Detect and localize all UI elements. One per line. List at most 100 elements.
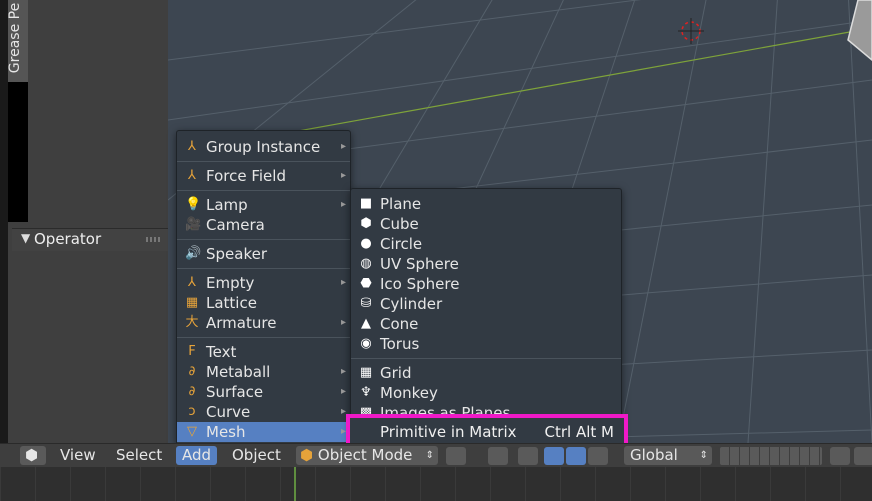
cylinder-icon: ⛁ (360, 296, 372, 311)
render-preview-icon[interactable] (854, 447, 872, 465)
cube-icon: ⬢ (360, 216, 372, 231)
pivot-point-button[interactable] (488, 447, 508, 465)
menu-item-label: Ico Sphere (380, 275, 460, 293)
scale-manipulator-icon[interactable] (588, 447, 608, 465)
operator-label: Operator (34, 230, 102, 248)
menu-item-label: Force Field (206, 167, 286, 185)
curve-icon: ↄ (188, 404, 196, 419)
menu-item-torus[interactable]: ◉ Torus (351, 334, 621, 354)
metaball-icon: ∂ (188, 364, 196, 379)
mode-label: Object Mode (317, 446, 413, 464)
submenu-arrow-icon: ▸ (340, 277, 346, 288)
mesh-icon: ▽ (187, 424, 197, 439)
menu-item-mesh[interactable]: ▽ Mesh ▸ (177, 422, 350, 442)
layer-buttons[interactable] (720, 447, 822, 465)
mode-select[interactable]: ⬢ Object Mode ⇕ (296, 446, 438, 465)
shortcut-label: Ctrl Alt M (544, 423, 614, 441)
menu-item-speaker[interactable]: 🔊 Speaker (177, 244, 350, 264)
rotate-manipulator-icon[interactable] (566, 447, 586, 465)
menu-item-surface[interactable]: ∂ Surface ▸ (177, 382, 350, 402)
group-instance-icon: ⅄ (188, 139, 196, 154)
menu-item-group-instance[interactable]: ⅄ Group Instance ▸ (177, 137, 350, 157)
menu-item-label: Monkey (380, 384, 438, 402)
armature-icon: 大 (185, 315, 199, 330)
lock-layers-icon[interactable] (830, 447, 850, 465)
menu-separator (177, 268, 350, 269)
transform-orientation-select[interactable]: Global ⇕ (624, 446, 712, 465)
menu-item-metaball[interactable]: ∂ Metaball ▸ (177, 362, 350, 382)
menu-item-monkey[interactable]: ♆ Monkey (351, 383, 621, 403)
menu-item-label: Speaker (206, 245, 268, 263)
menu-item-text[interactable]: F Text (177, 342, 350, 362)
surface-icon: ∂ (188, 384, 196, 399)
operator-panel-header[interactable]: ▼ Operator (12, 228, 168, 251)
menu-item-label: Curve (206, 403, 251, 421)
menu-view[interactable]: View (60, 446, 96, 465)
menu-item-force-field[interactable]: ⅄ Force Field ▸ (177, 166, 350, 186)
submenu-arrow-icon: ▸ (340, 366, 346, 377)
dropdown-arrow-icon: ⇕ (425, 450, 434, 461)
ico-sphere-icon: ⬣ (360, 276, 372, 291)
menu-item-cube[interactable]: ⬢ Cube (351, 214, 621, 234)
object-mode-icon: ⬢ (300, 446, 314, 464)
menu-item-grid[interactable]: ▦ Grid (351, 363, 621, 383)
menu-item-cone[interactable]: ▲ Cone (351, 314, 621, 334)
timeline-ticks (0, 467, 872, 501)
timeline[interactable] (0, 467, 872, 501)
dropdown-arrow-icon: ⇕ (699, 450, 708, 461)
menu-select[interactable]: Select (116, 446, 162, 465)
menu-separator (351, 358, 621, 359)
menu-item-lattice[interactable]: ▦ Lattice (177, 293, 350, 313)
text-icon: F (188, 344, 196, 359)
menu-separator (177, 190, 350, 191)
submenu-arrow-icon: ▸ (340, 317, 346, 328)
plane-icon: ■ (359, 196, 373, 211)
menu-item-label: UV Sphere (380, 255, 459, 273)
viewport-shading-button[interactable] (446, 447, 466, 465)
menu-item-label: Metaball (206, 363, 271, 381)
submenu-arrow-icon: ▸ (340, 170, 346, 181)
menu-item-empty[interactable]: ⅄ Empty ▸ (177, 273, 350, 293)
menu-item-armature[interactable]: 大 Armature ▸ (177, 313, 350, 333)
translate-manipulator-icon[interactable] (544, 447, 564, 465)
menu-item-ico-sphere[interactable]: ⬣ Ico Sphere (351, 274, 621, 294)
menu-item-label: Camera (206, 216, 265, 234)
menu-item-cylinder[interactable]: ⛁ Cylinder (351, 294, 621, 314)
current-frame-marker[interactable] (294, 467, 296, 501)
tab-grease-pencil[interactable]: Grease Pe (7, 0, 28, 82)
camera-icon: 🎥 (185, 217, 202, 232)
3d-cursor-icon[interactable] (678, 18, 704, 44)
menu-item-label: Lattice (206, 294, 257, 312)
submenu-arrow-icon: ▸ (340, 199, 346, 210)
menu-item-label: Circle (380, 235, 423, 253)
menu-item-lamp[interactable]: 💡 Lamp ▸ (177, 195, 350, 215)
menu-item-curve[interactable]: ↄ Curve ▸ (177, 402, 350, 422)
menu-item-uv-sphere[interactable]: ◍ UV Sphere (351, 254, 621, 274)
menu-separator (177, 337, 350, 338)
drag-grip-icon[interactable] (146, 237, 160, 242)
menu-item-camera[interactable]: 🎥 Camera (177, 215, 350, 235)
menu-item-plane[interactable]: ■ Plane (351, 194, 621, 214)
force-field-icon: ⅄ (188, 168, 196, 183)
menu-add[interactable]: Add (176, 446, 218, 465)
menu-item-label: Empty (206, 274, 255, 292)
collapse-triangle-icon[interactable]: ▼ (21, 231, 30, 245)
editor-type-button[interactable]: ⬢ (20, 446, 46, 465)
x-axis-line (247, 27, 872, 141)
circle-icon: ● (360, 236, 372, 251)
menu-item-label: Mesh (206, 423, 246, 441)
menu-item-label: Group Instance (206, 138, 321, 156)
menu-item-circle[interactable]: ● Circle (351, 234, 621, 254)
manipulator-toggle[interactable] (518, 447, 538, 465)
submenu-arrow-icon: ▸ (340, 386, 346, 397)
menu-item-label: Lamp (206, 196, 248, 214)
menu-object[interactable]: Object (232, 446, 281, 465)
uv-sphere-icon: ◍ (360, 256, 372, 271)
tab-strip (8, 82, 28, 222)
lattice-icon: ▦ (185, 295, 199, 310)
menu-item-label: Torus (380, 335, 420, 353)
menu-item-label: Armature (206, 314, 277, 332)
menu-item-label: Cube (380, 215, 419, 233)
speaker-icon: 🔊 (185, 246, 202, 261)
menu-item-label: Primitive in Matrix (380, 423, 517, 441)
